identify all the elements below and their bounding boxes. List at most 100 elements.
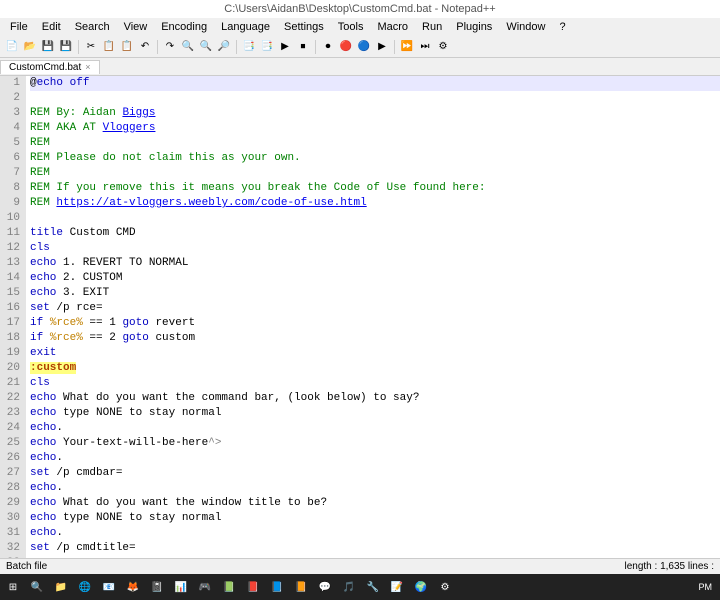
tab-active[interactable]: CustomCmd.bat × bbox=[0, 60, 100, 74]
toolbar-button-8[interactable]: ↷ bbox=[162, 39, 178, 55]
token: exit bbox=[30, 347, 56, 359]
code-line[interactable]: title Custom CMD bbox=[30, 226, 720, 241]
code-line[interactable]: cls bbox=[30, 241, 720, 256]
menu-plugins[interactable]: Plugins bbox=[450, 19, 498, 35]
code-line[interactable]: echo type NONE to stay normal bbox=[30, 511, 720, 526]
toolbar-button-17[interactable]: 🔴 bbox=[338, 39, 354, 55]
taskbar-item-14[interactable]: 🎵 bbox=[340, 578, 358, 596]
taskbar-item-18[interactable]: ⚙ bbox=[436, 578, 454, 596]
toolbar-button-4[interactable]: ✂ bbox=[83, 39, 99, 55]
menu-macro[interactable]: Macro bbox=[371, 19, 414, 35]
code-line[interactable]: if %rce% == 1 goto revert bbox=[30, 316, 720, 331]
taskbar-item-15[interactable]: 🔧 bbox=[364, 578, 382, 596]
menu-settings[interactable]: Settings bbox=[278, 19, 330, 35]
toolbar-button-21[interactable]: ⏭ bbox=[417, 39, 433, 55]
code-line[interactable]: echo type NONE to stay normal bbox=[30, 406, 720, 421]
code-line[interactable] bbox=[30, 91, 720, 106]
menu-edit[interactable]: Edit bbox=[36, 19, 67, 35]
toolbar-button-19[interactable]: ▶ bbox=[374, 39, 390, 55]
taskbar-item-17[interactable]: 🌍 bbox=[412, 578, 430, 596]
taskbar-item-5[interactable]: 🦊 bbox=[124, 578, 142, 596]
toolbar-button-16[interactable]: ⏺ bbox=[320, 39, 336, 55]
code-line[interactable]: set /p cmdbar= bbox=[30, 466, 720, 481]
toolbar-button-12[interactable]: 📑 bbox=[241, 39, 257, 55]
code-line[interactable]: :custom bbox=[30, 361, 720, 376]
code-line[interactable]: set /p cmdtitle= bbox=[30, 541, 720, 556]
menu-tools[interactable]: Tools bbox=[332, 19, 370, 35]
taskbar-item-0[interactable]: ⊞ bbox=[4, 578, 22, 596]
taskbar-item-2[interactable]: 📁 bbox=[52, 578, 70, 596]
code-line[interactable]: REM https://at-vloggers.weebly.com/code-… bbox=[30, 196, 720, 211]
menu-language[interactable]: Language bbox=[215, 19, 276, 35]
taskbar-item-1[interactable]: 🔍 bbox=[28, 578, 46, 596]
toolbar-button-22[interactable]: ⚙ bbox=[435, 39, 451, 55]
code-line[interactable] bbox=[30, 211, 720, 226]
code-line[interactable]: REM bbox=[30, 136, 720, 151]
taskbar-item-8[interactable]: 🎮 bbox=[196, 578, 214, 596]
toolbar-button-7[interactable]: ↶ bbox=[137, 39, 153, 55]
toolbar-button-13[interactable]: 📑 bbox=[259, 39, 275, 55]
line-number: 7 bbox=[4, 166, 20, 181]
code-line[interactable]: exit bbox=[30, 346, 720, 361]
toolbar-button-11[interactable]: 🔎 bbox=[216, 39, 232, 55]
menu-window[interactable]: Window bbox=[500, 19, 551, 35]
toolbar-button-9[interactable]: 🔍 bbox=[180, 39, 196, 55]
code-line[interactable]: echo What do you want the window title t… bbox=[30, 496, 720, 511]
taskbar-item-6[interactable]: 📓 bbox=[148, 578, 166, 596]
code-line[interactable]: if %rce% == 2 goto custom bbox=[30, 331, 720, 346]
toolbar-button-5[interactable]: 📋 bbox=[101, 39, 117, 55]
menu-?[interactable]: ? bbox=[553, 19, 571, 35]
toolbar-button-2[interactable]: 💾 bbox=[40, 39, 56, 55]
code-line[interactable]: echo Your-text-will-be-here^> bbox=[30, 436, 720, 451]
toolbar-button-6[interactable]: 📋 bbox=[119, 39, 135, 55]
code-line[interactable]: set /p rce= bbox=[30, 301, 720, 316]
taskbar-item-3[interactable]: 🌐 bbox=[76, 578, 94, 596]
toolbar-button-3[interactable]: 💾 bbox=[58, 39, 74, 55]
menu-encoding[interactable]: Encoding bbox=[155, 19, 213, 35]
toolbar-button-15[interactable]: ⏹ bbox=[295, 39, 311, 55]
taskbar-item-11[interactable]: 📘 bbox=[268, 578, 286, 596]
taskbar-item-9[interactable]: 📗 bbox=[220, 578, 238, 596]
toolbar-button-14[interactable]: ▶ bbox=[277, 39, 293, 55]
token: %rce% bbox=[50, 317, 83, 329]
token: Please do not claim this as your own. bbox=[50, 152, 301, 164]
taskbar-item-16[interactable]: 📝 bbox=[388, 578, 406, 596]
token: REM bbox=[30, 152, 50, 164]
editor[interactable]: 1234567891011121314151617181920212223242… bbox=[0, 76, 720, 558]
code-line[interactable]: REM AKA AT Vloggers bbox=[30, 121, 720, 136]
menu-run[interactable]: Run bbox=[416, 19, 448, 35]
code-line[interactable]: echo 3. EXIT bbox=[30, 286, 720, 301]
taskbar-item-7[interactable]: 📊 bbox=[172, 578, 190, 596]
menu-view[interactable]: View bbox=[118, 19, 154, 35]
title-bar: C:\Users\AidanB\Desktop\CustomCmd.bat - … bbox=[0, 0, 720, 18]
code-line[interactable]: REM By: Aidan Biggs bbox=[30, 106, 720, 121]
menu-file[interactable]: File bbox=[4, 19, 34, 35]
code-line[interactable]: REM If you remove this it means you brea… bbox=[30, 181, 720, 196]
menu-search[interactable]: Search bbox=[69, 19, 116, 35]
code-line[interactable]: echo What do you want the command bar, (… bbox=[30, 391, 720, 406]
code-area[interactable]: @echo off REM By: Aidan BiggsREM AKA AT … bbox=[26, 76, 720, 558]
code-line[interactable]: echo 1. REVERT TO NORMAL bbox=[30, 256, 720, 271]
code-line[interactable]: REM Please do not claim this as your own… bbox=[30, 151, 720, 166]
code-line[interactable]: echo 2. CUSTOM bbox=[30, 271, 720, 286]
taskbar-item-12[interactable]: 📙 bbox=[292, 578, 310, 596]
taskbar-item-10[interactable]: 📕 bbox=[244, 578, 262, 596]
code-line[interactable]: echo. bbox=[30, 481, 720, 496]
close-icon[interactable]: × bbox=[85, 62, 90, 72]
code-line[interactable]: echo. bbox=[30, 526, 720, 541]
toolbar-button-10[interactable]: 🔍 bbox=[198, 39, 214, 55]
toolbar-button-20[interactable]: ⏩ bbox=[399, 39, 415, 55]
code-line[interactable]: echo. bbox=[30, 451, 720, 466]
toolbar-button-1[interactable]: 📂 bbox=[22, 39, 38, 55]
taskbar-clock[interactable]: PM bbox=[699, 582, 717, 592]
code-line[interactable]: cls bbox=[30, 376, 720, 391]
line-number: 26 bbox=[4, 451, 20, 466]
toolbar-button-0[interactable]: 📄 bbox=[4, 39, 20, 55]
toolbar-button-18[interactable]: 🔵 bbox=[356, 39, 372, 55]
taskbar-item-4[interactable]: 📧 bbox=[100, 578, 118, 596]
code-line[interactable]: echo. bbox=[30, 421, 720, 436]
token: /p cmdbar= bbox=[50, 467, 123, 479]
taskbar-item-13[interactable]: 💬 bbox=[316, 578, 334, 596]
code-line[interactable]: @echo off bbox=[30, 76, 720, 91]
code-line[interactable]: REM bbox=[30, 166, 720, 181]
